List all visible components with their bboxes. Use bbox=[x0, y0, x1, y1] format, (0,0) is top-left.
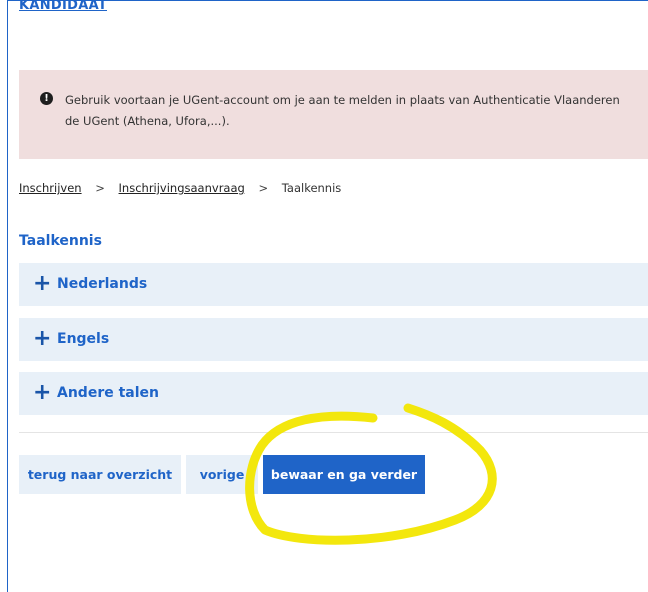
alert-text: Gebruik voortaan je UGent-account om je … bbox=[65, 93, 620, 128]
accordion-nederlands[interactable]: + Nederlands bbox=[19, 263, 648, 306]
breadcrumb-separator: > bbox=[258, 181, 269, 195]
info-alert: ! Gebruik voortaan je UGent-account om j… bbox=[19, 70, 648, 159]
accordion-andere-talen[interactable]: + Andere talen bbox=[19, 372, 648, 415]
accordion-label: Andere talen bbox=[57, 385, 159, 401]
frame-border-left bbox=[7, 0, 8, 592]
accordion-label: Engels bbox=[57, 331, 110, 347]
section-title: Taalkennis bbox=[19, 233, 102, 249]
kandidaat-link[interactable]: KANDIDAAT bbox=[19, 0, 107, 13]
divider bbox=[19, 432, 648, 433]
breadcrumb-inschrijvingsaanvraag[interactable]: Inschrijvingsaanvraag bbox=[119, 181, 245, 195]
breadcrumb-current: Taalkennis bbox=[281, 181, 342, 195]
plus-icon: + bbox=[33, 326, 52, 351]
plus-icon: + bbox=[33, 271, 52, 296]
previous-button[interactable]: vorige bbox=[186, 455, 258, 494]
breadcrumb-separator: > bbox=[95, 181, 105, 195]
plus-icon: + bbox=[33, 380, 52, 405]
breadcrumb: Inschrijven > Inschrijvingsaanvraag > Ta… bbox=[19, 181, 341, 195]
accordion-engels[interactable]: + Engels bbox=[19, 318, 648, 361]
save-and-continue-button[interactable]: bewaar en ga verder bbox=[263, 455, 425, 494]
accordion-label: Nederlands bbox=[57, 276, 148, 292]
back-to-overview-button[interactable]: terug naar overzicht bbox=[19, 455, 181, 494]
breadcrumb-inschrijven[interactable]: Inschrijven bbox=[19, 181, 82, 195]
exclamation-circle-icon: ! bbox=[40, 92, 53, 105]
